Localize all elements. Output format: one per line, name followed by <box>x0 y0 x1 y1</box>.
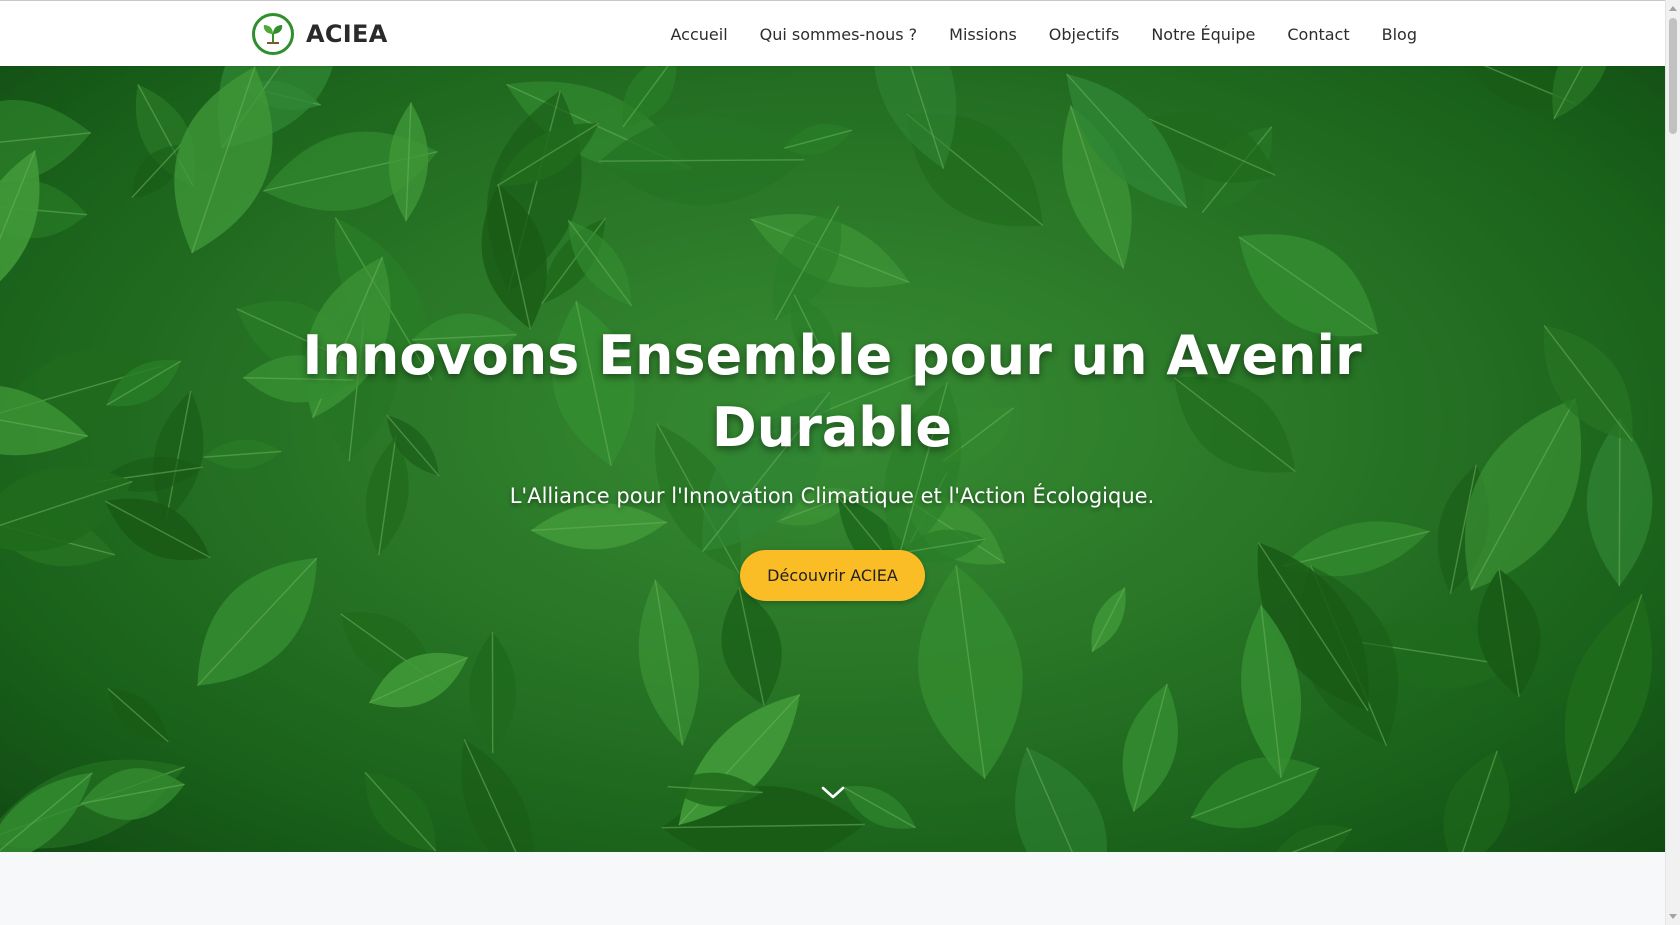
discover-aciea-button[interactable]: Découvrir ACIEA <box>740 550 925 601</box>
scroll-down-arrow-icon[interactable] <box>1669 914 1677 919</box>
page-scrollbar[interactable] <box>1665 0 1680 925</box>
scroll-up-arrow-icon[interactable] <box>1669 6 1677 11</box>
nav-item-accueil[interactable]: Accueil <box>671 25 728 44</box>
page-viewport: ACIEA Accueil Qui sommes-nous ? Missions… <box>0 0 1665 925</box>
nav-item-contact[interactable]: Contact <box>1287 25 1349 44</box>
next-section <box>0 852 1665 925</box>
nav-item-missions[interactable]: Missions <box>949 25 1017 44</box>
hero-title: Innovons Ensemble pour un Avenir Durable <box>302 324 1362 459</box>
site-header: ACIEA Accueil Qui sommes-nous ? Missions… <box>0 0 1665 66</box>
scrollbar-thumb[interactable] <box>1669 18 1677 134</box>
chevron-down-icon[interactable] <box>820 784 846 802</box>
brand-link[interactable]: ACIEA <box>252 13 388 55</box>
hero-subtitle: L'Alliance pour l'Innovation Climatique … <box>509 484 1155 508</box>
main-nav: Accueil Qui sommes-nous ? Missions Objec… <box>671 1 1417 67</box>
hero-section: Innovons Ensemble pour un Avenir Durable… <box>0 66 1665 852</box>
nav-item-notre-equipe[interactable]: Notre Équipe <box>1151 25 1255 44</box>
brand-name: ACIEA <box>306 20 388 48</box>
leaf-sprout-logo-icon <box>252 13 294 55</box>
nav-item-qui-sommes-nous[interactable]: Qui sommes-nous ? <box>760 25 918 44</box>
nav-item-objectifs[interactable]: Objectifs <box>1049 25 1120 44</box>
nav-item-blog[interactable]: Blog <box>1382 25 1417 44</box>
